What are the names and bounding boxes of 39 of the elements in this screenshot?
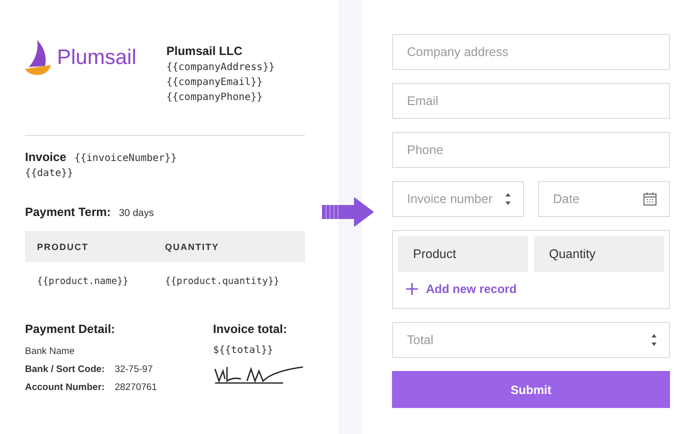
- grid-column-header: Product: [398, 236, 528, 272]
- arrow-icon: [320, 195, 376, 229]
- column-header: QUANTITY: [165, 242, 220, 252]
- input-field[interactable]: Company address: [392, 34, 670, 70]
- signature-icon: [213, 365, 305, 385]
- company-field: {{companyPhone}}: [166, 92, 275, 103]
- payment-detail-label: Payment Detail:: [25, 322, 116, 336]
- bank-value: 28270761: [114, 382, 157, 393]
- sail-logo-icon: [25, 40, 53, 76]
- bank-name: Bank Name: [25, 346, 76, 357]
- bank-value: 32-75-97: [114, 364, 153, 375]
- input-field[interactable]: Invoice number: [392, 181, 524, 217]
- input-field[interactable]: Date: [538, 181, 670, 217]
- logo-text: Plumsail: [57, 46, 136, 70]
- spinner-icon[interactable]: [651, 333, 657, 347]
- calendar-icon[interactable]: [643, 192, 657, 206]
- company-field: {{companyAddress}}: [166, 62, 275, 73]
- submit-button[interactable]: Submit: [392, 371, 670, 408]
- table-cell-text: {{product.name}}: [37, 276, 130, 286]
- invoice-date: {{date}}: [25, 168, 74, 179]
- invoice-total: ${{total}}: [213, 345, 274, 356]
- table-cell-text: {{product.quantity}}: [165, 276, 280, 286]
- input-field[interactable]: Phone: [392, 132, 670, 168]
- company-field: {{companyEmail}}: [166, 77, 275, 88]
- payment-term: 30 days: [118, 208, 154, 219]
- invoice-total-label: Invoice total:: [213, 322, 288, 336]
- bank-label: Account Number:: [25, 382, 105, 393]
- column-header: PRODUCT: [37, 242, 90, 252]
- grid-column-header: Quantity: [534, 236, 664, 272]
- invoice-label: Invoice: [25, 150, 66, 164]
- add-record-button[interactable]: Add new record: [398, 272, 525, 306]
- company-name: Plumsail LLC: [166, 44, 244, 58]
- bank-label: Bank / Sort Code:: [25, 364, 105, 375]
- input-field[interactable]: Email: [392, 83, 670, 119]
- invoice-number: {{invoiceNumber}}: [74, 153, 177, 164]
- payment-term-label: Payment Term:: [25, 205, 111, 219]
- input-field[interactable]: Total: [392, 322, 670, 358]
- spinner-icon[interactable]: [505, 192, 511, 206]
- plus-icon: [406, 283, 418, 295]
